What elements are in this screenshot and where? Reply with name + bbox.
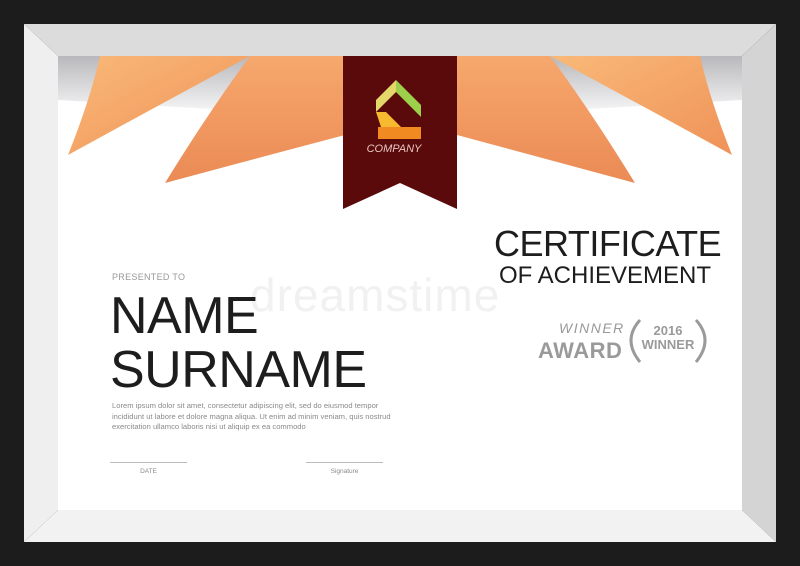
badge-text: WINNER: [641, 337, 695, 352]
watermark: dreamstime: [250, 269, 501, 321]
body-text: Lorem ipsum dolor sit amet, consectetur …: [112, 401, 391, 431]
signature-label: Signature: [330, 468, 359, 475]
award-label: AWARD: [538, 338, 623, 363]
certificate-title: CERTIFICATE: [494, 223, 722, 264]
recipient-name: NAME: [110, 287, 259, 345]
date-label: DATE: [140, 468, 157, 475]
presented-to-label: PRESENTED TO: [112, 272, 186, 282]
recipient-surname: SURNAME: [110, 341, 367, 399]
certificate-subtitle: OF ACHIEVEMENT: [499, 262, 712, 289]
company-name: COMPANY: [366, 143, 422, 155]
badge-year: 2016: [653, 323, 683, 338]
winner-badge: 2016 WINNER: [636, 324, 700, 352]
award-winner-text: WINNER: [559, 320, 625, 336]
